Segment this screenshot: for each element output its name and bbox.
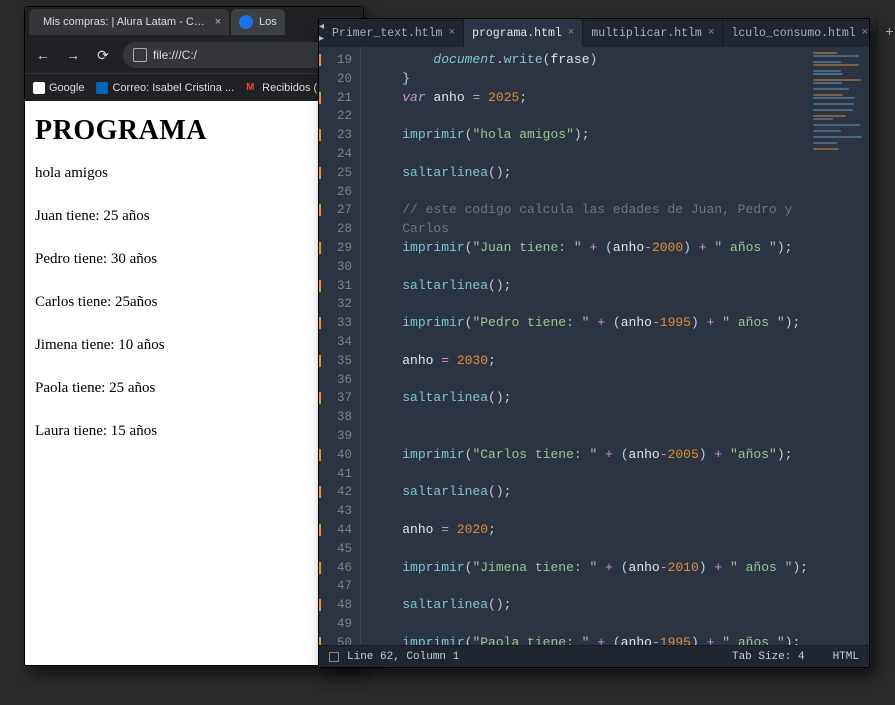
editor-window: ◂ ▸ Primer_text.htlm × programa.html × m… <box>318 18 870 668</box>
editor-tab-title: multiplicar.htlm <box>591 27 701 40</box>
file-icon <box>133 48 147 62</box>
editor-tab[interactable]: lculo_consumo.html × <box>723 19 877 47</box>
editor-tab[interactable]: programa.html × <box>464 19 583 47</box>
browser-chrome: Mis compras: | Alura Latam - C… × Los ← … <box>25 7 363 101</box>
editor-tabbar: ◂ ▸ Primer_text.htlm × programa.html × m… <box>319 19 869 47</box>
editor-tab[interactable]: multiplicar.htlm × <box>583 19 723 47</box>
editor-tab[interactable]: Primer_text.htlm × <box>324 19 464 47</box>
outlook-icon <box>96 82 108 94</box>
page-line: Pedro tiene: 30 años <box>35 251 353 268</box>
page-line: Carlos tiene: 25años <box>35 294 353 311</box>
status-bar: Line 62, Column 1 Tab Size: 4 HTML <box>319 645 869 667</box>
bookmark-label: Google <box>49 82 84 94</box>
favicon-icon <box>239 15 253 29</box>
new-tab-icon[interactable]: + <box>885 25 893 41</box>
close-icon[interactable]: × <box>448 27 455 39</box>
bookmark-item[interactable]: Google <box>33 82 84 94</box>
close-icon[interactable]: × <box>215 16 221 28</box>
minimap[interactable] <box>811 51 867 251</box>
editor-tab-title: Primer_text.htlm <box>332 27 442 40</box>
status-tabsize[interactable]: Tab Size: 4 <box>732 651 805 663</box>
checkbox-icon[interactable] <box>329 652 339 662</box>
page-line: Paola tiene: 25 años <box>35 380 353 397</box>
google-icon <box>33 82 45 94</box>
page-line: hola amigos <box>35 165 353 182</box>
page-line: Laura tiene: 15 años <box>35 423 353 440</box>
browser-tab-title: Mis compras: | Alura Latam - C… <box>43 16 205 28</box>
page-line: Jimena tiene: 10 años <box>35 337 353 354</box>
browser-tab[interactable]: Mis compras: | Alura Latam - C… × <box>29 9 229 35</box>
page-title: PROGRAMA <box>35 115 353 147</box>
browser-tabbar: Mis compras: | Alura Latam - C… × Los <box>25 7 363 37</box>
bookmark-label: Correo: Isabel Cristina ... <box>112 82 234 94</box>
code-content[interactable]: document.write(frase) } var anho = 2025;… <box>361 47 869 645</box>
status-language[interactable]: HTML <box>833 651 859 663</box>
close-icon[interactable]: × <box>862 27 869 39</box>
forward-icon[interactable]: → <box>63 47 83 63</box>
page-line: Juan tiene: 25 años <box>35 208 353 225</box>
bookmark-item[interactable]: M Recibidos ( <box>246 82 317 94</box>
back-icon[interactable]: ← <box>33 47 53 63</box>
bookmarks-bar: Google Correo: Isabel Cristina ... M Rec… <box>25 73 363 101</box>
url-text: file:///C:/ <box>153 48 197 62</box>
browser-window: Mis compras: | Alura Latam - C… × Los ← … <box>24 6 364 666</box>
close-icon[interactable]: × <box>568 27 575 39</box>
status-position: Line 62, Column 1 <box>347 651 459 663</box>
line-gutter: 1920212223242526272829303132333435363738… <box>319 47 361 645</box>
rendered-page: PROGRAMA hola amigos Juan tiene: 25 años… <box>25 101 363 665</box>
code-area[interactable]: 1920212223242526272829303132333435363738… <box>319 47 869 645</box>
browser-tab-title: Los <box>259 16 277 28</box>
editor-tab-title: lculo_consumo.html <box>731 27 855 40</box>
browser-tab[interactable]: Los <box>231 9 285 35</box>
gmail-icon: M <box>246 82 258 94</box>
editor-tab-title: programa.html <box>472 27 562 40</box>
bookmark-item[interactable]: Correo: Isabel Cristina ... <box>96 82 234 94</box>
address-bar: ← → ⟳ file:///C:/ <box>25 37 363 73</box>
bookmark-label: Recibidos ( <box>262 82 317 94</box>
reload-icon[interactable]: ⟳ <box>93 47 113 64</box>
close-icon[interactable]: × <box>708 27 715 39</box>
